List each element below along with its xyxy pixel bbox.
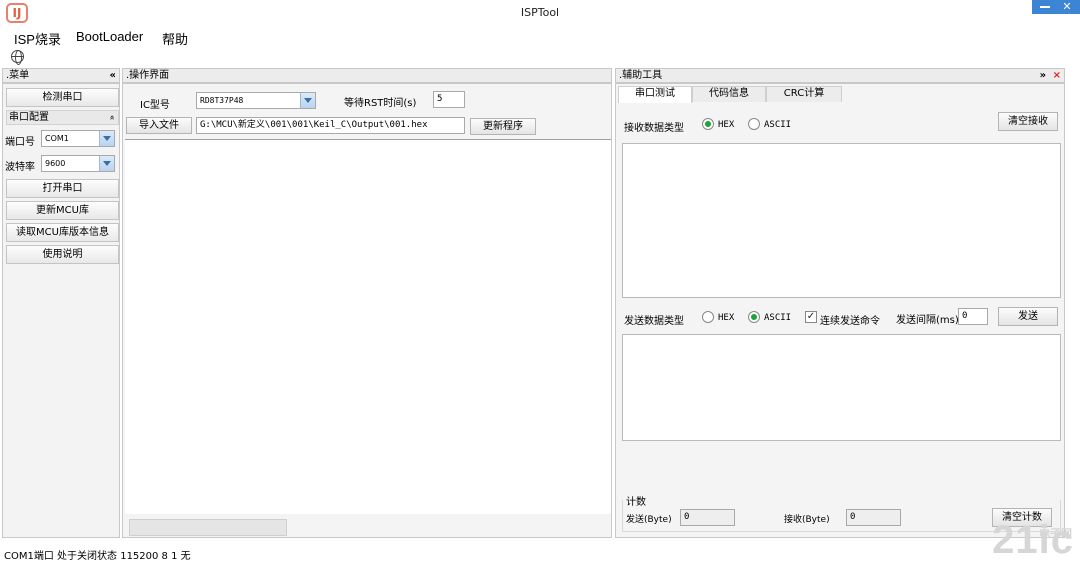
send-hex-label: HEX (718, 313, 735, 323)
send-interval-label: 发送间隔(ms) (896, 315, 959, 326)
send-button[interactable]: 发送 (998, 307, 1058, 326)
tab-crc-calc[interactable]: CRC计算 (766, 86, 842, 102)
baud-select[interactable]: 9600 (41, 155, 115, 172)
receive-hex-radio[interactable] (702, 118, 714, 130)
menu-isp[interactable]: ISP烧录 (14, 29, 61, 48)
update-mcu-lib-button[interactable]: 更新MCU库 (6, 201, 119, 220)
close-icon[interactable]: ✕ (1060, 0, 1074, 14)
send-hex-radio[interactable] (702, 311, 714, 323)
close-panel-icon[interactable]: × (1053, 70, 1061, 81)
tab-serial-test[interactable]: 串口测试 (618, 86, 692, 103)
status-text: COM1端口 处于关闭状态 115200 8 1 无 (4, 551, 191, 562)
menu-help[interactable]: 帮助 (162, 29, 188, 48)
clear-receive-button[interactable]: 清空接收 (998, 112, 1058, 131)
update-program-button[interactable]: 更新程序 (470, 118, 536, 135)
window-title: ISPTool (520, 6, 560, 19)
minimize-icon[interactable] (1040, 6, 1050, 8)
chevron-down-icon[interactable] (99, 156, 114, 171)
status-bar: COM1端口 处于关闭状态 115200 8 1 无 (0, 548, 1080, 568)
watermark-sub: 电子网 (1039, 527, 1072, 540)
menu-panel: 检测串口 串口配置 « 端口号 COM1 波特率 9600 打开串口 更新MCU… (2, 83, 120, 538)
detect-port-button[interactable]: 检测串口 (6, 88, 119, 107)
send-textarea[interactable] (622, 334, 1061, 441)
send-ascii-radio[interactable] (748, 311, 760, 323)
menu-bar: ISP烧录 BootLoader 帮助 (0, 26, 1080, 48)
window-controls: ✕ (1032, 0, 1080, 14)
title-bar: IJ ISPTool ✕ (0, 0, 1080, 26)
chevron-up-icon[interactable]: « (105, 115, 118, 121)
operation-panel: IC型号 RD8T37P48 等待RST时间(s) 5 导入文件 G:\MCU\… (122, 83, 612, 538)
tab-code-info[interactable]: 代码信息 (692, 86, 766, 102)
ic-model-value: RD8T37P48 (200, 96, 244, 105)
send-interval-input[interactable]: 0 (958, 308, 988, 325)
open-port-button[interactable]: 打开串口 (6, 179, 119, 198)
baud-value: 9600 (45, 159, 66, 168)
horizontal-scrollbar[interactable] (129, 519, 287, 536)
rst-time-input[interactable]: 5 (433, 91, 465, 108)
aux-tools-panel-title: .辅助工具 (619, 70, 663, 81)
rst-time-label: 等待RST时间(s) (344, 98, 417, 109)
receive-ascii-radio[interactable] (748, 118, 760, 130)
continuous-send-checkbox[interactable]: ✓ (805, 311, 817, 323)
operation-panel-header: .操作界面 (122, 68, 612, 83)
serial-config-section[interactable]: 串口配置 « (6, 110, 119, 125)
sent-bytes-value: 0 (680, 509, 735, 526)
expand-right-icon[interactable]: » (1040, 70, 1046, 81)
serial-config-title: 串口配置 (9, 112, 49, 123)
ic-model-select[interactable]: RD8T37P48 (196, 92, 316, 109)
receive-ascii-label: ASCII (764, 120, 792, 130)
collapse-left-icon[interactable]: « (110, 69, 116, 82)
sent-bytes-label: 发送(Byte) (626, 515, 672, 525)
aux-tools-panel-header: .辅助工具 » × (615, 68, 1065, 83)
recv-bytes-label: 接收(Byte) (784, 515, 830, 525)
menu-panel-title: .菜单 (6, 70, 30, 81)
continuous-send-label: 连续发送命令 (820, 316, 880, 327)
receive-textarea[interactable] (622, 143, 1061, 298)
globe-icon[interactable] (11, 50, 24, 65)
menu-bootloader[interactable]: BootLoader (76, 29, 143, 44)
ic-model-label: IC型号 (140, 100, 170, 111)
receive-hex-label: HEX (718, 120, 735, 130)
send-type-label: 发送数据类型 (624, 316, 684, 327)
log-output-area[interactable] (125, 139, 611, 514)
read-mcu-version-button[interactable]: 读取MCU库版本信息 (6, 223, 119, 242)
send-ascii-label: ASCII (764, 313, 792, 323)
import-file-button[interactable]: 导入文件 (126, 117, 192, 134)
recv-bytes-value: 0 (846, 509, 901, 526)
help-usage-button[interactable]: 使用说明 (6, 245, 119, 264)
operation-panel-title: .操作界面 (126, 70, 170, 81)
port-select[interactable]: COM1 (41, 130, 115, 147)
port-value: COM1 (45, 134, 69, 143)
menu-panel-header: .菜单 « (2, 68, 120, 83)
port-label: 端口号 (5, 137, 35, 148)
chevron-down-icon[interactable] (300, 93, 315, 108)
receive-type-label: 接收数据类型 (624, 123, 684, 134)
chevron-down-icon[interactable] (99, 131, 114, 146)
baud-label: 波特率 (5, 162, 35, 173)
aux-tools-panel: 串口测试 代码信息 CRC计算 接收数据类型 HEX ASCII 清空接收 发送… (615, 83, 1065, 538)
file-path-input[interactable]: G:\MCU\新定义\001\001\Keil_C\Output\001.hex (196, 117, 465, 134)
